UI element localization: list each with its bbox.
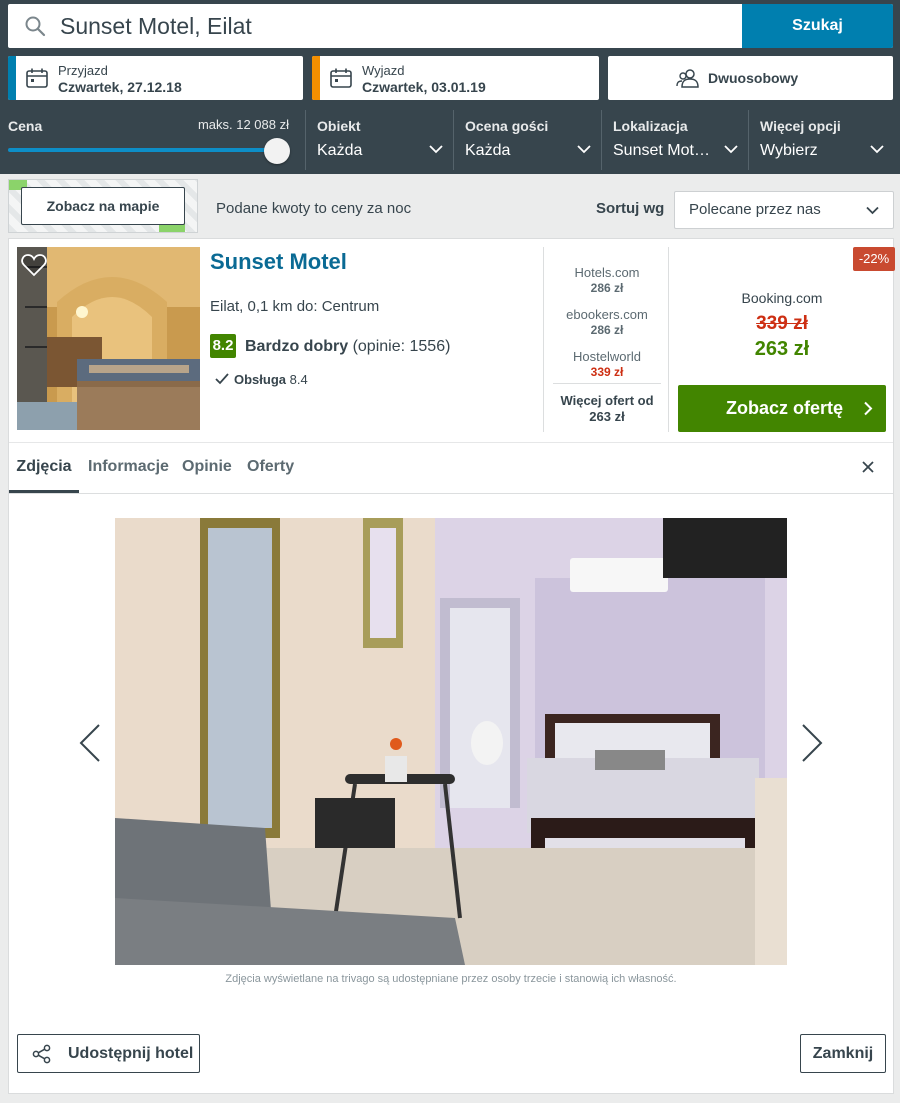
gallery-image[interactable]	[115, 518, 787, 965]
checkin-label: Przyjazd	[58, 63, 108, 78]
checkin-value: Czwartek, 27.12.18	[58, 79, 182, 95]
tab-photos[interactable]: Zdjęcia	[9, 443, 79, 493]
checkin-accent-bar	[8, 56, 16, 100]
offer-provider: ebookers.com	[566, 307, 648, 322]
close-icon[interactable]	[861, 460, 875, 474]
price-filter-max: maks. 12 088 zł	[197, 117, 289, 132]
chevron-down-icon	[577, 145, 591, 154]
map-preview[interactable]: Zobacz na mapie	[8, 179, 198, 233]
search-bar: Szukaj	[8, 4, 893, 48]
chevron-left-icon[interactable]	[67, 717, 119, 769]
location-filter[interactable]: Lokalizacja Sunset Motel, Eilat	[601, 110, 748, 170]
chevron-right-icon[interactable]	[783, 717, 835, 769]
view-deal-label: Zobacz ofertę	[726, 398, 844, 418]
guest-rating-filter[interactable]: Ocena gości Każda	[453, 110, 601, 170]
service-label: Obsługa	[234, 372, 287, 387]
offer-item[interactable]: Hotels.com 286 zł	[544, 265, 670, 295]
rating-filter-label: Ocena gości	[465, 118, 549, 134]
more-options-label: Więcej opcji	[760, 118, 841, 134]
search-header: Szukaj Przyjazd Czwartek, 27.12.18 Wyjaz…	[0, 0, 900, 174]
tab-info[interactable]: Informacje	[88, 443, 169, 493]
location-filter-label: Lokalizacja	[613, 118, 688, 134]
show-map-button[interactable]: Zobacz na mapie	[21, 187, 185, 225]
price-slider-thumb[interactable]	[264, 138, 290, 164]
more-offers-line2: 263 zł	[589, 409, 625, 424]
property-filter-label: Obiekt	[317, 118, 361, 134]
view-deal-button[interactable]: Zobacz ofertę	[678, 385, 886, 432]
rating-text: Bardzo dobry	[245, 338, 349, 355]
best-price: 263 zł	[754, 338, 810, 360]
hotel-location: Eilat, 0,1 km do: Centrum	[210, 298, 380, 315]
checkout-field[interactable]: Wyjazd Czwartek, 03.01.19	[312, 56, 599, 100]
more-options-value: Wybierz	[760, 142, 818, 159]
chevron-down-icon	[429, 145, 443, 154]
room-type-selector[interactable]: Dwuosobowy	[608, 56, 893, 100]
share-icon	[32, 1044, 51, 1064]
price-filter: Cena maks. 12 088 zł	[8, 110, 293, 170]
prices-note: Podane kwoty to ceny za noc	[216, 200, 412, 217]
share-hotel-button[interactable]: Udostępnij hotel	[17, 1034, 200, 1073]
price-filter-label: Cena	[8, 118, 43, 134]
more-options-filter[interactable]: Więcej opcji Wybierz	[748, 110, 894, 170]
check-icon	[215, 373, 229, 385]
hotel-card: Sunset Motel Eilat, 0,1 km do: Centrum 8…	[8, 238, 895, 1094]
best-deal-provider: Booking.com	[741, 290, 823, 306]
tab-deals[interactable]: Oferty	[247, 443, 294, 493]
search-input[interactable]	[60, 4, 740, 48]
offer-price: 286 zł	[590, 323, 624, 337]
price-slider-track[interactable]	[8, 148, 283, 152]
sort-label: Sortuj wg	[596, 200, 665, 217]
checkout-value: Czwartek, 03.01.19	[362, 79, 486, 95]
offer-price: 286 zł	[590, 281, 624, 295]
chevron-down-icon	[724, 145, 738, 154]
hotel-thumbnail[interactable]	[17, 247, 200, 430]
rating-filter-value: Każda	[465, 142, 511, 159]
more-offers-line1: Więcej ofert od	[560, 393, 654, 408]
guests-icon	[676, 69, 699, 88]
calendar-icon	[26, 68, 48, 88]
offer-item[interactable]: ebookers.com 286 zł	[544, 307, 670, 337]
sort-value: Polecane przez nas	[689, 201, 821, 218]
rating-reviews-count: (opinie: 1556)	[352, 338, 451, 355]
location-filter-value: Sunset Motel, Eilat	[613, 142, 713, 159]
discount-badge: -22%	[853, 247, 895, 271]
property-filter-value: Każda	[317, 142, 363, 159]
search-icon	[25, 16, 46, 37]
filters-bar: Cena maks. 12 088 zł Obiekt Każda Ocena …	[0, 110, 900, 174]
room-type-label: Dwuosobowy	[708, 70, 799, 86]
rating-summary[interactable]: Bardzo dobry (opinie: 1556)	[245, 338, 450, 356]
close-button[interactable]: Zamknij	[800, 1034, 886, 1073]
other-offers: Hotels.com 286 zł ebookers.com 286 zł Ho…	[543, 247, 669, 432]
offer-provider: Hostelworld	[573, 349, 641, 364]
hotel-name[interactable]: Sunset Motel	[210, 249, 347, 275]
offer-item[interactable]: Hostelworld 339 zł	[544, 349, 670, 379]
offer-price: 339 zł	[590, 365, 624, 379]
chevron-down-icon	[866, 206, 879, 215]
property-type-filter[interactable]: Obiekt Każda	[305, 110, 453, 170]
calendar-icon	[330, 68, 352, 88]
rating-score-badge: 8.2	[210, 334, 236, 358]
sort-select[interactable]: Polecane przez nas	[674, 191, 894, 229]
more-offers-link[interactable]: Więcej ofert od 263 zł	[553, 383, 661, 425]
checkin-field[interactable]: Przyjazd Czwartek, 27.12.18	[8, 56, 303, 100]
offer-provider: Hotels.com	[574, 265, 640, 280]
chevron-down-icon	[870, 145, 884, 154]
chevron-right-icon	[864, 401, 873, 416]
old-price: 339 zł	[756, 313, 808, 334]
search-button[interactable]: Szukaj	[742, 4, 893, 48]
hotel-tabs: Zdjęcia Informacje Opinie Oferty	[9, 442, 893, 494]
tab-reviews[interactable]: Opinie	[182, 443, 232, 493]
service-score: 8.4	[289, 372, 308, 387]
photo-caption: Zdjęcia wyświetlane na trivago są udostę…	[225, 973, 677, 985]
checkout-accent-bar	[312, 56, 320, 100]
service-rating: Obsługa 8.4	[215, 372, 308, 387]
room-photo	[115, 518, 787, 965]
share-hotel-label: Udostępnij hotel	[68, 1045, 194, 1062]
checkout-label: Wyjazd	[362, 63, 405, 78]
heart-icon[interactable]	[21, 253, 47, 277]
